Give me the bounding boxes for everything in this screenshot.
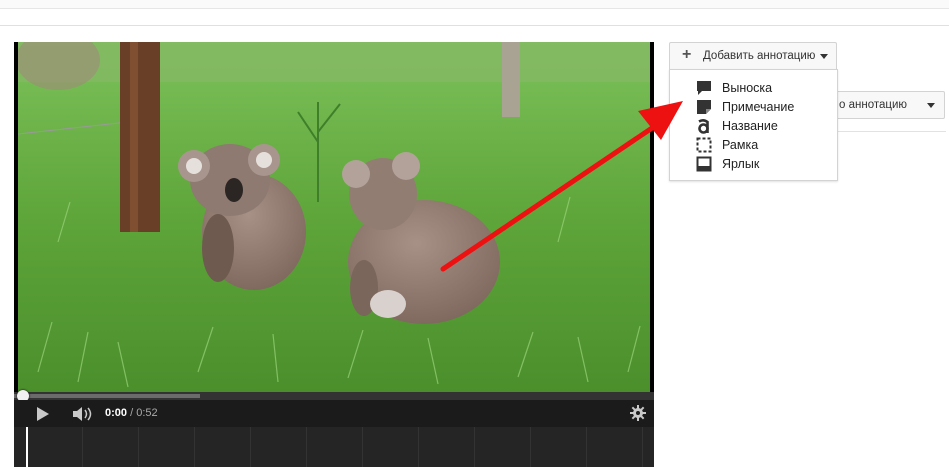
menu-item-label: Выноска [722, 81, 773, 95]
menu-item-spotlight[interactable]: Рамка [670, 136, 837, 155]
video-frame-koalas [18, 42, 650, 392]
menu-item-label-type[interactable]: Ярлык [670, 155, 837, 174]
menu-item-label: Ярлык [722, 157, 760, 171]
annotation-type-menu: Выноска Примечание Название Рамка Ярлык [669, 69, 838, 181]
top-bar [0, 0, 949, 9]
add-annotation-label: Добавить аннотацию [703, 50, 816, 62]
play-icon[interactable] [34, 406, 50, 422]
timeline-tick [474, 427, 475, 467]
timeline-tick [82, 427, 83, 467]
player-controls: 0:00 / 0:52 [14, 400, 654, 427]
menu-item-note[interactable]: Примечание [670, 98, 837, 117]
time-display: 0:00 / 0:52 [105, 407, 158, 419]
volume-icon[interactable] [72, 406, 94, 422]
timeline-tick [642, 427, 643, 467]
caret-down-icon [927, 103, 935, 108]
note-icon [697, 100, 711, 114]
timeline-tick [138, 427, 139, 467]
timeline-tick [250, 427, 251, 467]
timeline-tick [194, 427, 195, 467]
menu-item-label: Название [722, 119, 778, 133]
annotation-select-label: о аннотацию [839, 99, 908, 111]
annotation-timeline[interactable] [14, 427, 654, 467]
current-time: 0:00 [105, 407, 128, 419]
video-player[interactable] [14, 42, 654, 392]
add-annotation-button[interactable]: + Добавить аннотацию [669, 42, 837, 69]
timeline-tick [418, 427, 419, 467]
annotation-select-partial[interactable]: о аннотацию [820, 91, 945, 119]
timeline-tick [530, 427, 531, 467]
total-time: 0:52 [136, 407, 158, 419]
spotlight-frame-icon [696, 137, 712, 153]
label-icon [696, 156, 712, 172]
timeline-tick [306, 427, 307, 467]
title-letter-a-icon [698, 119, 709, 134]
speech-bubble-icon [697, 81, 711, 95]
time-separator: / [130, 407, 134, 419]
menu-item-callout[interactable]: Выноска [670, 79, 837, 98]
menu-item-label: Рамка [722, 138, 759, 152]
caret-down-icon [820, 54, 828, 59]
timeline-cursor[interactable] [26, 427, 28, 467]
progress-played [14, 394, 200, 398]
timeline-tick [362, 427, 363, 467]
header-divider [0, 25, 949, 26]
menu-item-title[interactable]: Название [670, 117, 837, 136]
progress-bar[interactable] [14, 390, 654, 402]
timeline-tick [586, 427, 587, 467]
gear-icon[interactable] [630, 405, 646, 421]
menu-item-label: Примечание [722, 100, 795, 114]
plus-icon: + [682, 46, 692, 63]
